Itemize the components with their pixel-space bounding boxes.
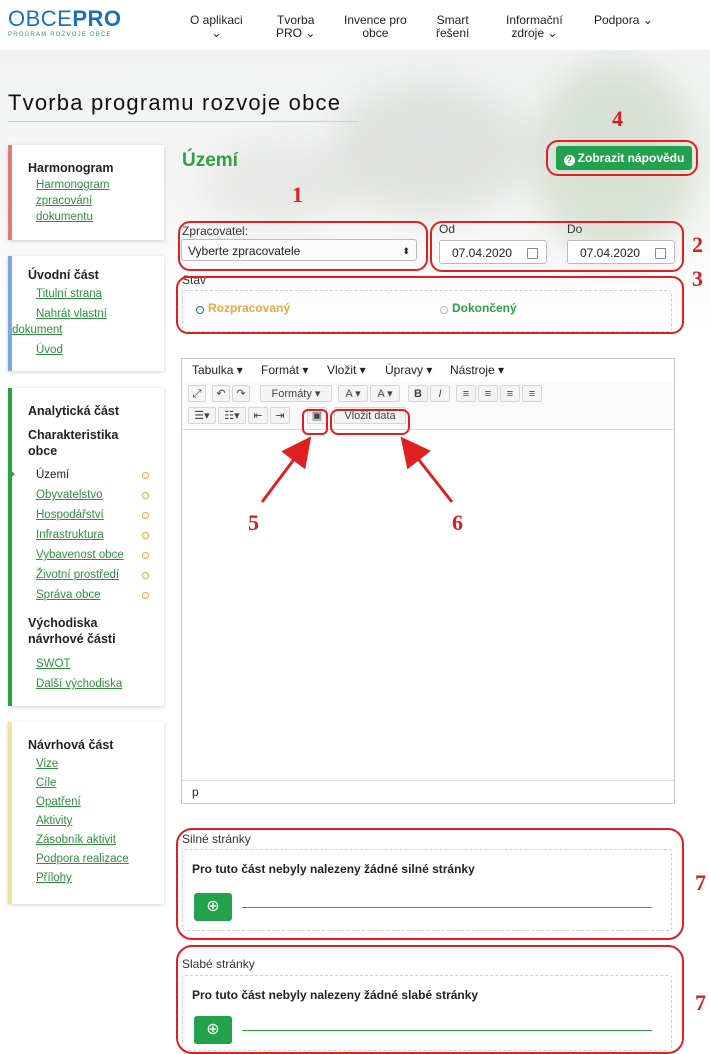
annotation-arrow-5: [260, 436, 312, 503]
annotation-arrows: [260, 436, 454, 503]
annotation-arrow-6: [400, 436, 454, 503]
